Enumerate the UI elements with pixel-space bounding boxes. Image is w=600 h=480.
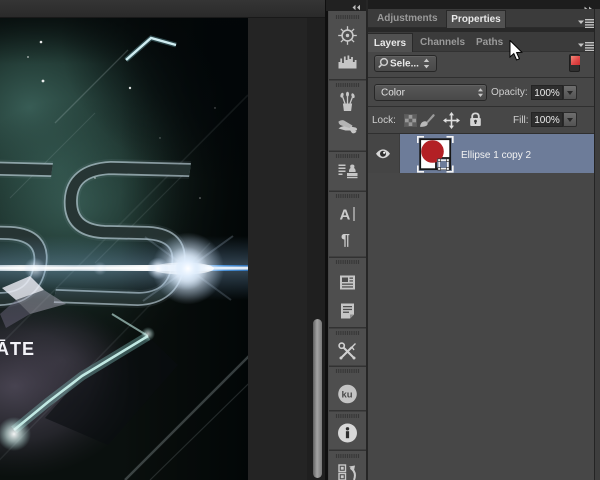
svg-text:Sele...: Sele... <box>390 59 419 70</box>
svg-text:A: A <box>340 207 351 224</box>
svg-text:¶: ¶ <box>341 232 350 249</box>
svg-text:ku: ku <box>342 390 353 401</box>
svg-text:ĀTE: ĀTE <box>0 339 35 359</box>
svg-text:Color: Color <box>381 88 406 99</box>
